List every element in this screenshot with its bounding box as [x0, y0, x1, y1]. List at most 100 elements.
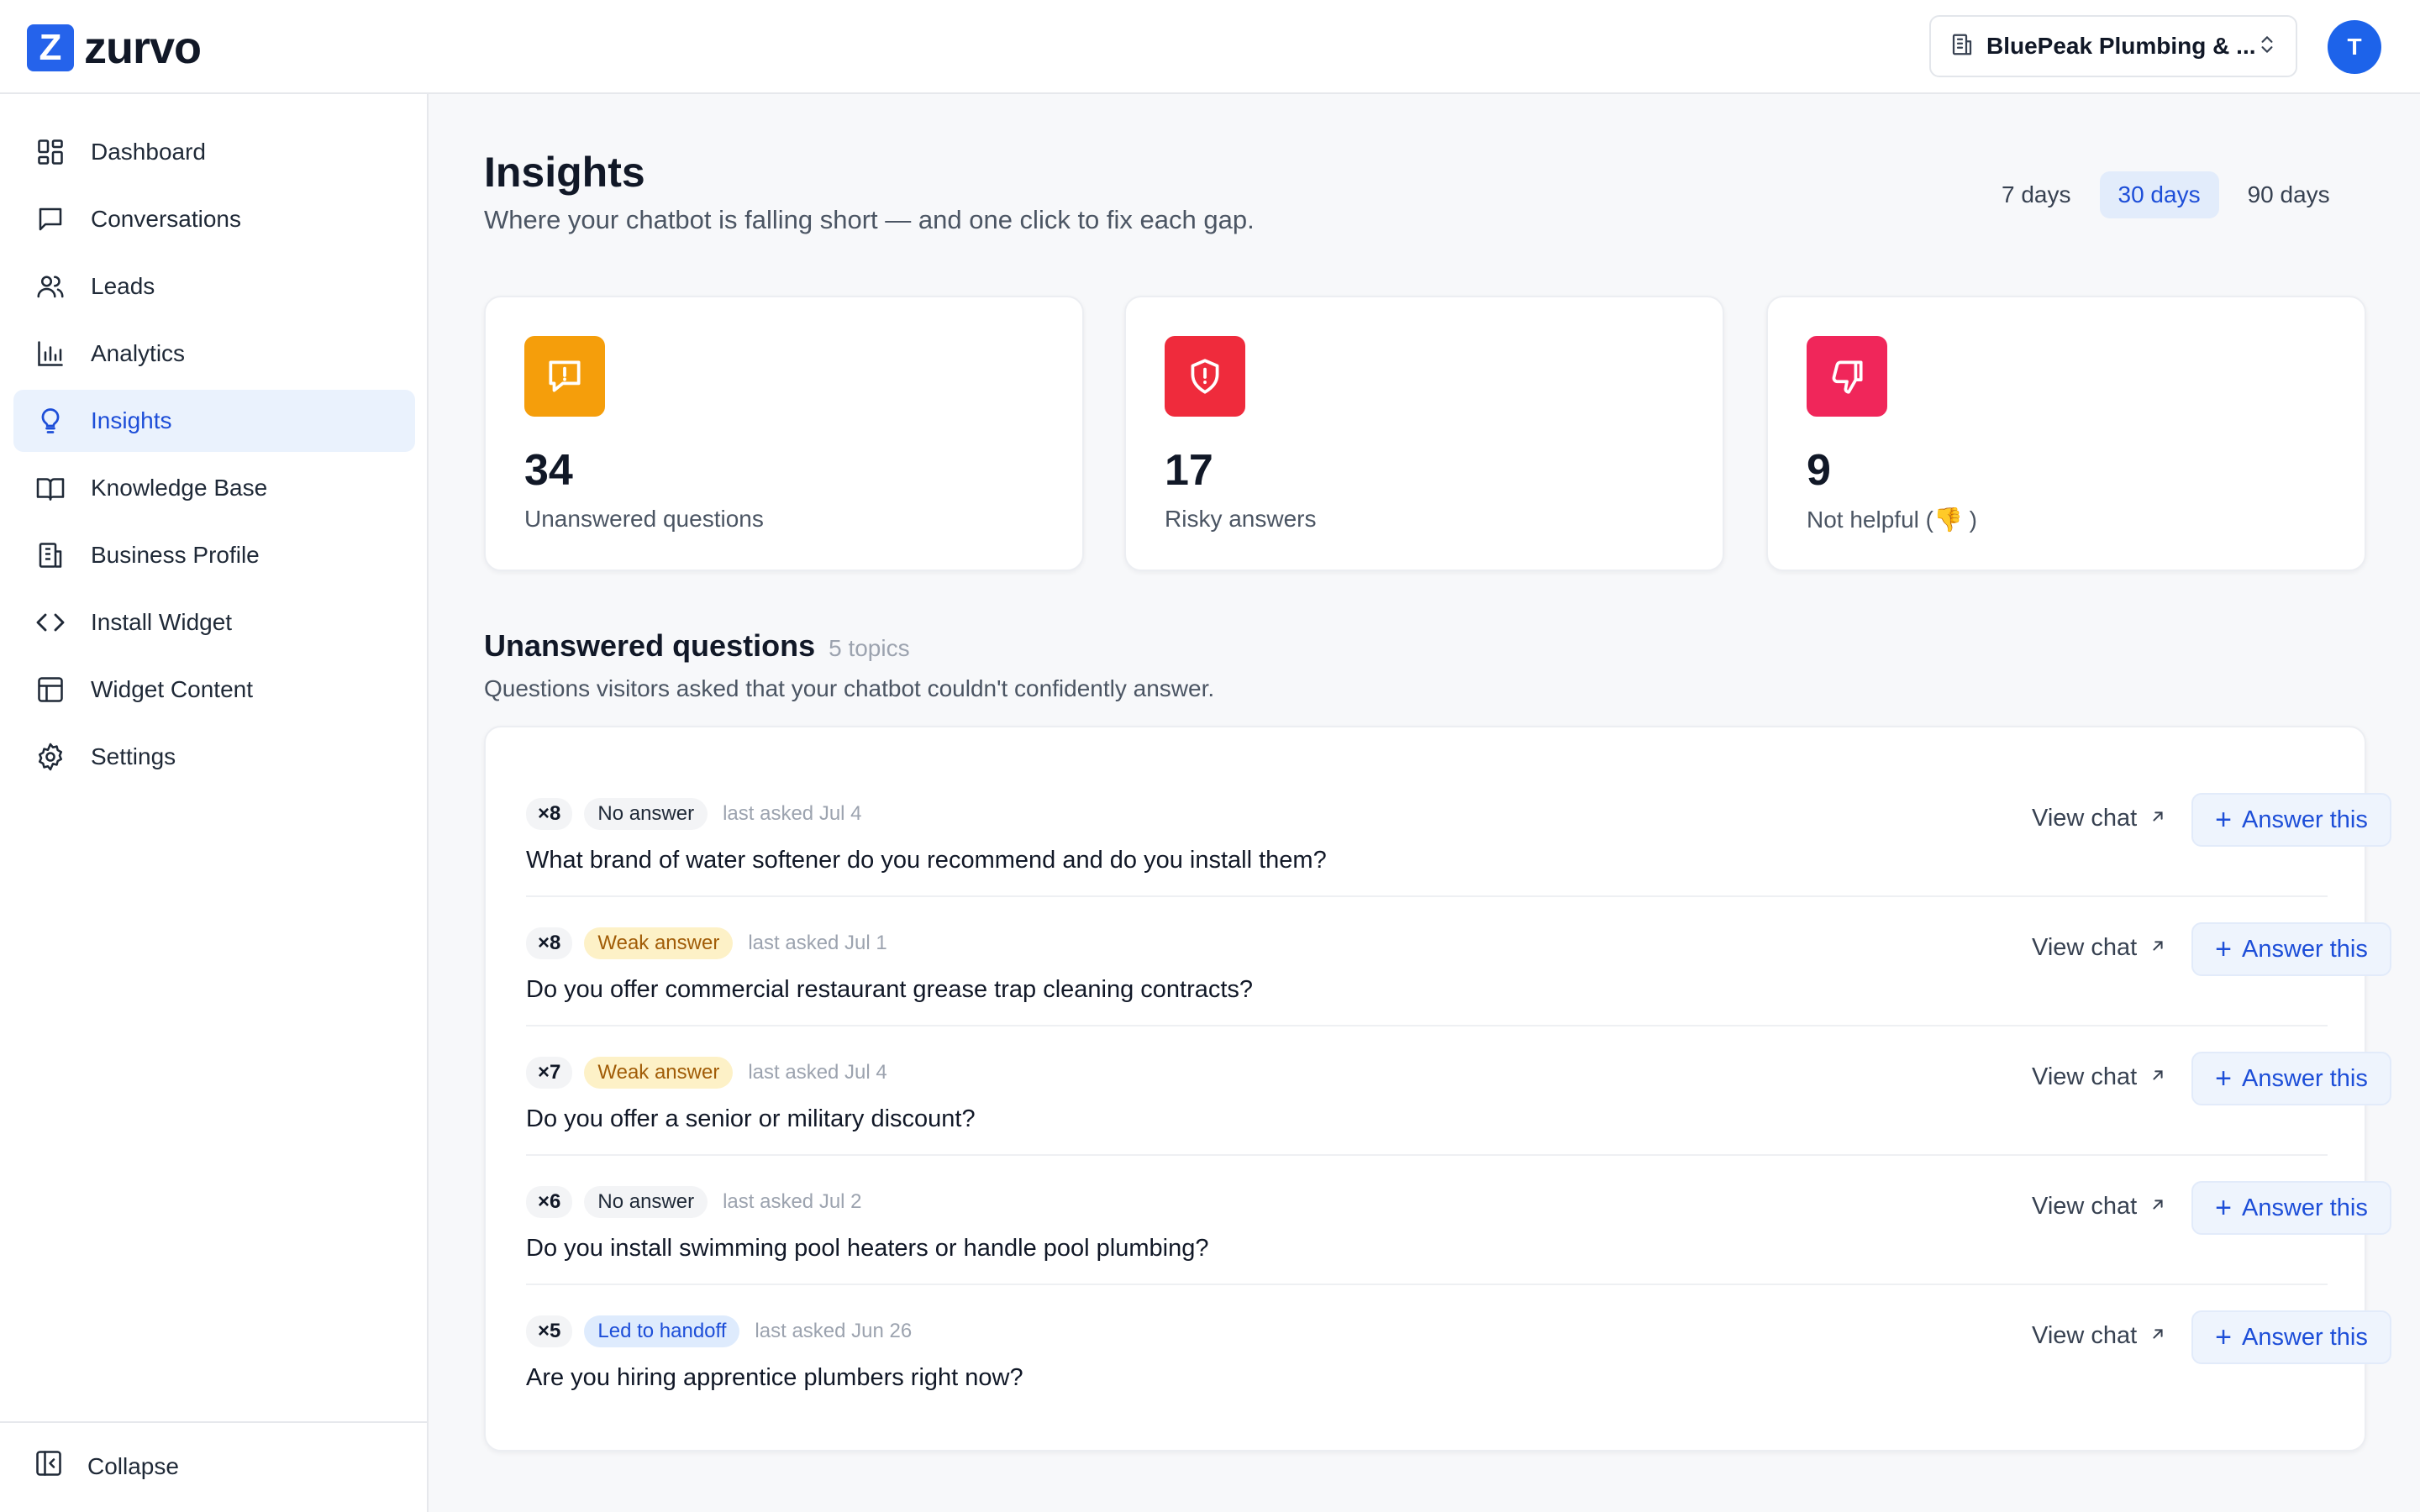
- bar-chart-icon: [34, 337, 67, 370]
- question-meta: ×6 No answer last asked Jul 2: [526, 1186, 862, 1218]
- view-chat-label: View chat: [2032, 805, 2138, 832]
- answer-this-button[interactable]: + Answer this: [2191, 1310, 2391, 1364]
- view-chat-label: View chat: [2032, 1193, 2138, 1220]
- range-7-days[interactable]: 7 days: [1983, 171, 2090, 218]
- sidebar-item-label: Business Profile: [91, 542, 260, 568]
- view-chat-label: View chat: [2032, 934, 2138, 961]
- user-avatar[interactable]: T: [2328, 20, 2381, 74]
- list-item: ×7 Weak answer last asked Jul 4 Do you o…: [526, 1026, 2391, 1156]
- status-badge: Weak answer: [584, 927, 734, 959]
- view-chat-link[interactable]: View chat: [2032, 1322, 2167, 1350]
- question-text: Do you offer commercial restaurant greas…: [526, 976, 1254, 1003]
- question-text: Do you install swimming pool heaters or …: [526, 1235, 1209, 1262]
- page-subtitle: Where your chatbot is falling short — an…: [484, 205, 1255, 234]
- arrow-up-right-icon: [2149, 1193, 2167, 1221]
- sidebar-item-install-widget[interactable]: Install Widget: [13, 591, 415, 654]
- sidebar-item-label: Install Widget: [91, 609, 233, 635]
- sidebar-item-knowledge-base[interactable]: Knowledge Base: [13, 457, 415, 519]
- collapse-label: Collapse: [87, 1452, 179, 1479]
- list-item: ×8 Weak answer last asked Jul 1 Do you o…: [526, 897, 2391, 1026]
- answer-this-label: Answer this: [2241, 1064, 2368, 1092]
- stat-value: 34: [524, 446, 573, 495]
- list-item: ×6 No answer last asked Jul 2 Do you ins…: [526, 1156, 2391, 1285]
- page-title: Insights: [484, 149, 645, 196]
- dashboard-icon: [34, 135, 67, 169]
- arrow-up-right-icon: [2149, 805, 2167, 832]
- topics-count: 5 topics: [829, 635, 910, 661]
- sidebar-item-label: Widget Content: [91, 676, 253, 702]
- range-90-days[interactable]: 90 days: [2229, 171, 2349, 218]
- last-asked: last asked Jul 1: [748, 932, 887, 954]
- ask-count: ×6: [526, 1186, 573, 1218]
- stat-value: 9: [1807, 446, 1831, 495]
- sidebar-item-label: Conversations: [91, 206, 241, 232]
- question-text: Are you hiring apprentice plumbers right…: [526, 1364, 1023, 1391]
- sidebar-nav: Dashboard Conversations Leads Analytics …: [13, 121, 415, 793]
- stat-label: Unanswered questions: [524, 506, 764, 532]
- arrow-up-right-icon: [2149, 1322, 2167, 1350]
- logo[interactable]: Z zurvo: [27, 22, 202, 74]
- section-title: Unanswered questions 5 topics: [484, 628, 910, 664]
- collapse-button[interactable]: Collapse: [34, 1448, 179, 1484]
- answer-this-button[interactable]: + Answer this: [2191, 1052, 2391, 1105]
- sidebar-footer: Collapse: [0, 1421, 427, 1512]
- building-icon: [1949, 32, 1975, 61]
- chevron-up-down-icon: [2256, 34, 2278, 60]
- plus-icon: +: [2215, 804, 2232, 836]
- logo-text: zurvo: [84, 23, 202, 73]
- answer-this-button[interactable]: + Answer this: [2191, 793, 2391, 847]
- chat-bubble-icon: [34, 202, 67, 236]
- last-asked: last asked Jul 2: [723, 1190, 862, 1213]
- last-asked: last asked Jul 4: [748, 1061, 887, 1084]
- question-meta: ×8 No answer last asked Jul 4: [526, 798, 862, 830]
- question-meta: ×7 Weak answer last asked Jul 4: [526, 1057, 887, 1089]
- answer-this-label: Answer this: [2241, 935, 2368, 963]
- business-selector[interactable]: BluePeak Plumbing & ...: [1929, 15, 2297, 77]
- list-item: ×8 No answer last asked Jul 4 What brand…: [526, 768, 2391, 897]
- last-asked: last asked Jul 4: [723, 802, 862, 825]
- sidebar-item-business-profile[interactable]: Business Profile: [13, 524, 415, 586]
- plus-icon: +: [2215, 933, 2232, 965]
- book-icon: [34, 471, 67, 505]
- shield-alert-icon: [1165, 336, 1245, 417]
- date-range-selector: 7 days 30 days 90 days: [1973, 171, 2349, 218]
- ask-count: ×8: [526, 798, 573, 830]
- answer-this-button[interactable]: + Answer this: [2191, 1181, 2391, 1235]
- sidebar: Dashboard Conversations Leads Analytics …: [0, 94, 429, 1512]
- sidebar-item-settings[interactable]: Settings: [13, 726, 415, 788]
- business-name: BluePeak Plumbing & ...: [1986, 33, 2256, 59]
- answer-this-button[interactable]: + Answer this: [2191, 922, 2391, 976]
- view-chat-link[interactable]: View chat: [2032, 805, 2167, 832]
- sidebar-item-conversations[interactable]: Conversations: [13, 188, 415, 250]
- logo-mark: Z: [27, 24, 74, 71]
- sidebar-item-insights[interactable]: Insights: [13, 390, 415, 452]
- sidebar-item-analytics[interactable]: Analytics: [13, 323, 415, 385]
- sidebar-item-leads[interactable]: Leads: [13, 255, 415, 318]
- stat-card-risky[interactable]: 17 Risky answers: [1124, 296, 1724, 571]
- sidebar-item-dashboard[interactable]: Dashboard: [13, 121, 415, 183]
- sidebar-collapse-icon: [34, 1448, 64, 1484]
- users-icon: [34, 270, 67, 303]
- view-chat-label: View chat: [2032, 1322, 2138, 1349]
- view-chat-link[interactable]: View chat: [2032, 934, 2167, 962]
- ask-count: ×5: [526, 1315, 573, 1347]
- list-item: ×5 Led to handoff last asked Jun 26 Are …: [526, 1285, 2391, 1415]
- status-badge: Weak answer: [584, 1057, 734, 1089]
- section-heading: Unanswered questions: [484, 628, 816, 663]
- view-chat-label: View chat: [2032, 1063, 2138, 1090]
- status-badge: No answer: [584, 798, 708, 830]
- view-chat-link[interactable]: View chat: [2032, 1193, 2167, 1221]
- question-meta: ×5 Led to handoff last asked Jun 26: [526, 1315, 912, 1347]
- sidebar-item-widget-content[interactable]: Widget Content: [13, 659, 415, 721]
- stat-value: 17: [1165, 446, 1213, 495]
- stat-card-unanswered[interactable]: 34 Unanswered questions: [484, 296, 1084, 571]
- range-30-days[interactable]: 30 days: [2099, 171, 2219, 218]
- stat-card-not-helpful[interactable]: 9 Not helpful (👎 ): [1766, 296, 2366, 571]
- sidebar-item-label: Analytics: [91, 340, 186, 366]
- sidebar-item-label: Insights: [91, 407, 172, 433]
- answer-this-label: Answer this: [2241, 806, 2368, 833]
- gear-icon: [34, 740, 67, 774]
- ask-count: ×8: [526, 927, 573, 959]
- arrow-up-right-icon: [2149, 1063, 2167, 1091]
- view-chat-link[interactable]: View chat: [2032, 1063, 2167, 1091]
